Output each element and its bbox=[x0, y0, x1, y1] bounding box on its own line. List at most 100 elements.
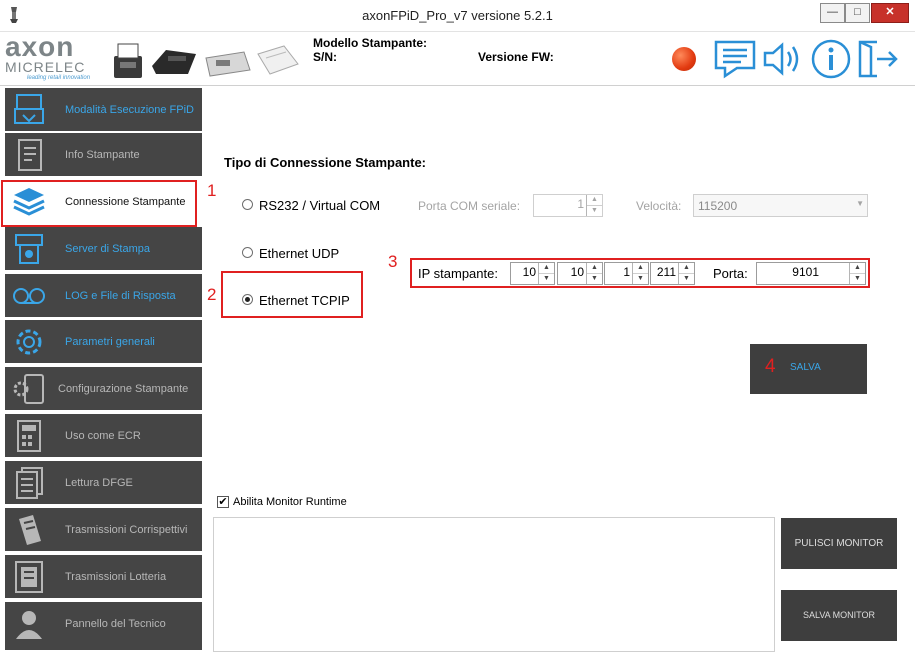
ip-octet-value: 211 bbox=[656, 265, 676, 279]
user-icon bbox=[16, 611, 42, 639]
firmware-version-label: Versione FW: bbox=[478, 50, 554, 64]
save-button[interactable]: 4 SALVA bbox=[750, 344, 867, 394]
ip-label: IP stampante: bbox=[418, 266, 498, 281]
tcpip-label: Ethernet TCPIP bbox=[259, 293, 350, 308]
sidebar-item-label: Trasmissioni Lotteria bbox=[65, 571, 167, 583]
spin-down-icon[interactable]: ▼ bbox=[587, 206, 602, 217]
monitor-enable-checkbox[interactable]: ✔ bbox=[217, 496, 229, 508]
documents-icon bbox=[16, 467, 43, 499]
spin-up-icon[interactable]: ▲ bbox=[850, 263, 865, 274]
exit-icon[interactable] bbox=[857, 38, 899, 80]
logo-tagline: leading retail innovation bbox=[27, 75, 91, 81]
sidebar-item-server-di-stampa[interactable]: Server di Stampa bbox=[5, 227, 202, 272]
spin-down-icon[interactable]: ▼ bbox=[587, 274, 602, 285]
com-port-stepper[interactable]: 1 ▲ ▼ bbox=[533, 194, 603, 217]
sidebar-item-log-file-risposta[interactable]: LOG e File di Risposta bbox=[5, 274, 202, 319]
close-button[interactable]: ✕ bbox=[871, 3, 909, 23]
sidebar-item-pannello-tecnico[interactable]: Pannello del Tecnico bbox=[5, 602, 202, 652]
runtime-monitor-textarea[interactable] bbox=[213, 517, 775, 652]
minimize-button[interactable]: — bbox=[820, 3, 845, 23]
annotation-3: 3 bbox=[388, 252, 398, 271]
spin-down-icon[interactable]: ▼ bbox=[679, 274, 694, 285]
sidebar-item-label: Modalità Esecuzione FPiD bbox=[65, 104, 195, 116]
rs232-radio[interactable] bbox=[242, 199, 253, 210]
sidebar-item-modalita-esecuzione[interactable]: Modalità Esecuzione FPiD bbox=[5, 88, 202, 133]
sidebar-item-trasmissioni-lotteria[interactable]: Trasmissioni Lotteria bbox=[5, 555, 202, 600]
printer-config-icon bbox=[13, 374, 44, 404]
sidebar-item-parametri-generali[interactable]: Parametri generali bbox=[5, 320, 202, 365]
info-icon[interactable] bbox=[810, 38, 852, 80]
printer-model-label: Modello Stampante: bbox=[313, 36, 428, 50]
app-header: axon MICRELEC leading retail innovation … bbox=[0, 32, 915, 86]
ip-octet-3[interactable]: 1 ▲ ▼ bbox=[604, 262, 649, 285]
sidebar-item-label: Configurazione Stampante bbox=[58, 383, 189, 395]
speed-label: Velocità: bbox=[636, 199, 682, 213]
sidebar-item-lettura-dfge[interactable]: Lettura DFGE bbox=[5, 461, 202, 506]
spin-up-icon[interactable]: ▲ bbox=[587, 263, 602, 274]
port-label: Porta: bbox=[713, 266, 748, 281]
sidebar-item-label: Lettura DFGE bbox=[65, 477, 133, 489]
title-bar: axonFPiD_Pro_v7 versione 5.2.1 — □ ✕ bbox=[0, 0, 915, 32]
clear-monitor-button[interactable]: PULISCI MONITOR bbox=[781, 518, 897, 569]
port-stepper[interactable]: 9101 ▲ ▼ bbox=[756, 262, 866, 285]
speaker-icon[interactable] bbox=[762, 38, 804, 80]
tape-icon bbox=[13, 288, 45, 304]
spin-down-icon[interactable]: ▼ bbox=[633, 274, 648, 285]
rs232-label: RS232 / Virtual COM bbox=[259, 198, 381, 213]
ip-octet-4[interactable]: 211 ▲ ▼ bbox=[650, 262, 695, 285]
speed-select[interactable]: 115200 ▼ bbox=[693, 194, 868, 217]
tcpip-radio[interactable] bbox=[242, 294, 253, 305]
com-port-label: Porta COM seriale: bbox=[418, 199, 521, 213]
annotation-1: 1 bbox=[207, 181, 217, 200]
sidebar-item-label: Info Stampante bbox=[65, 149, 140, 161]
sidebar-item-label: Uso come ECR bbox=[65, 430, 141, 442]
maximize-button[interactable]: □ bbox=[845, 3, 870, 23]
document-icon bbox=[18, 139, 42, 171]
window-title: axonFPiD_Pro_v7 versione 5.2.1 bbox=[362, 8, 553, 23]
transmission-icon bbox=[19, 515, 41, 545]
save-button-label: SALVA bbox=[790, 362, 821, 373]
udp-label: Ethernet UDP bbox=[259, 246, 340, 261]
serial-number-label: S/N: bbox=[313, 50, 337, 64]
spin-up-icon[interactable]: ▲ bbox=[539, 263, 554, 274]
spin-down-icon[interactable]: ▼ bbox=[850, 274, 865, 285]
spin-up-icon[interactable]: ▲ bbox=[679, 263, 694, 274]
ip-octet-value: 10 bbox=[570, 265, 584, 279]
sidebar: Modalità Esecuzione FPiD Info Stampante … bbox=[5, 88, 202, 652]
sidebar-item-info-stampante[interactable]: Info Stampante bbox=[5, 133, 202, 178]
ip-octet-2[interactable]: 10 ▲ ▼ bbox=[557, 262, 603, 285]
calculator-icon bbox=[17, 420, 41, 452]
annotation-4: 4 bbox=[765, 356, 776, 377]
axon-logo: axon MICRELEC leading retail innovation bbox=[5, 31, 103, 82]
spin-up-icon[interactable]: ▲ bbox=[587, 195, 602, 206]
ip-octet-value: 1 bbox=[623, 265, 630, 279]
sidebar-item-label: Server di Stampa bbox=[65, 243, 150, 255]
receipt-icon bbox=[15, 561, 43, 593]
gear-icon bbox=[16, 329, 42, 355]
active-item-highlight bbox=[1, 180, 197, 227]
save-monitor-button[interactable]: SALVA MONITOR bbox=[781, 590, 897, 641]
logo-subtitle: MICRELEC bbox=[5, 59, 86, 75]
sidebar-item-label: Trasmissioni Corrispettivi bbox=[65, 524, 188, 536]
connection-type-title: Tipo di Connessione Stampante: bbox=[224, 155, 427, 170]
spin-up-icon[interactable]: ▲ bbox=[633, 263, 648, 274]
chat-icon[interactable] bbox=[713, 38, 757, 80]
chevron-down-icon: ▼ bbox=[856, 199, 864, 208]
sidebar-item-uso-come-ecr[interactable]: Uso come ECR bbox=[5, 414, 202, 459]
spin-down-icon[interactable]: ▼ bbox=[539, 274, 554, 285]
udp-radio[interactable] bbox=[242, 247, 253, 258]
sidebar-item-label: Pannello del Tecnico bbox=[65, 618, 166, 630]
ip-octet-1[interactable]: 10 ▲ ▼ bbox=[510, 262, 555, 285]
annotation-2: 2 bbox=[207, 285, 217, 304]
printers-image bbox=[114, 43, 299, 78]
status-indicator bbox=[672, 47, 696, 71]
fpid-mode-icon bbox=[14, 94, 44, 124]
sidebar-item-trasmissioni-corrispettivi[interactable]: Trasmissioni Corrispettivi bbox=[5, 508, 202, 553]
sidebar-item-label: Parametri generali bbox=[65, 336, 155, 348]
sidebar-item-configurazione-stampante[interactable]: Configurazione Stampante bbox=[5, 367, 202, 412]
ip-octet-value: 10 bbox=[522, 265, 536, 279]
print-server-icon bbox=[15, 234, 43, 264]
monitor-enable-label: Abilita Monitor Runtime bbox=[233, 496, 347, 508]
logo-wordmark: axon bbox=[5, 31, 75, 62]
port-value: 9101 bbox=[792, 265, 819, 279]
